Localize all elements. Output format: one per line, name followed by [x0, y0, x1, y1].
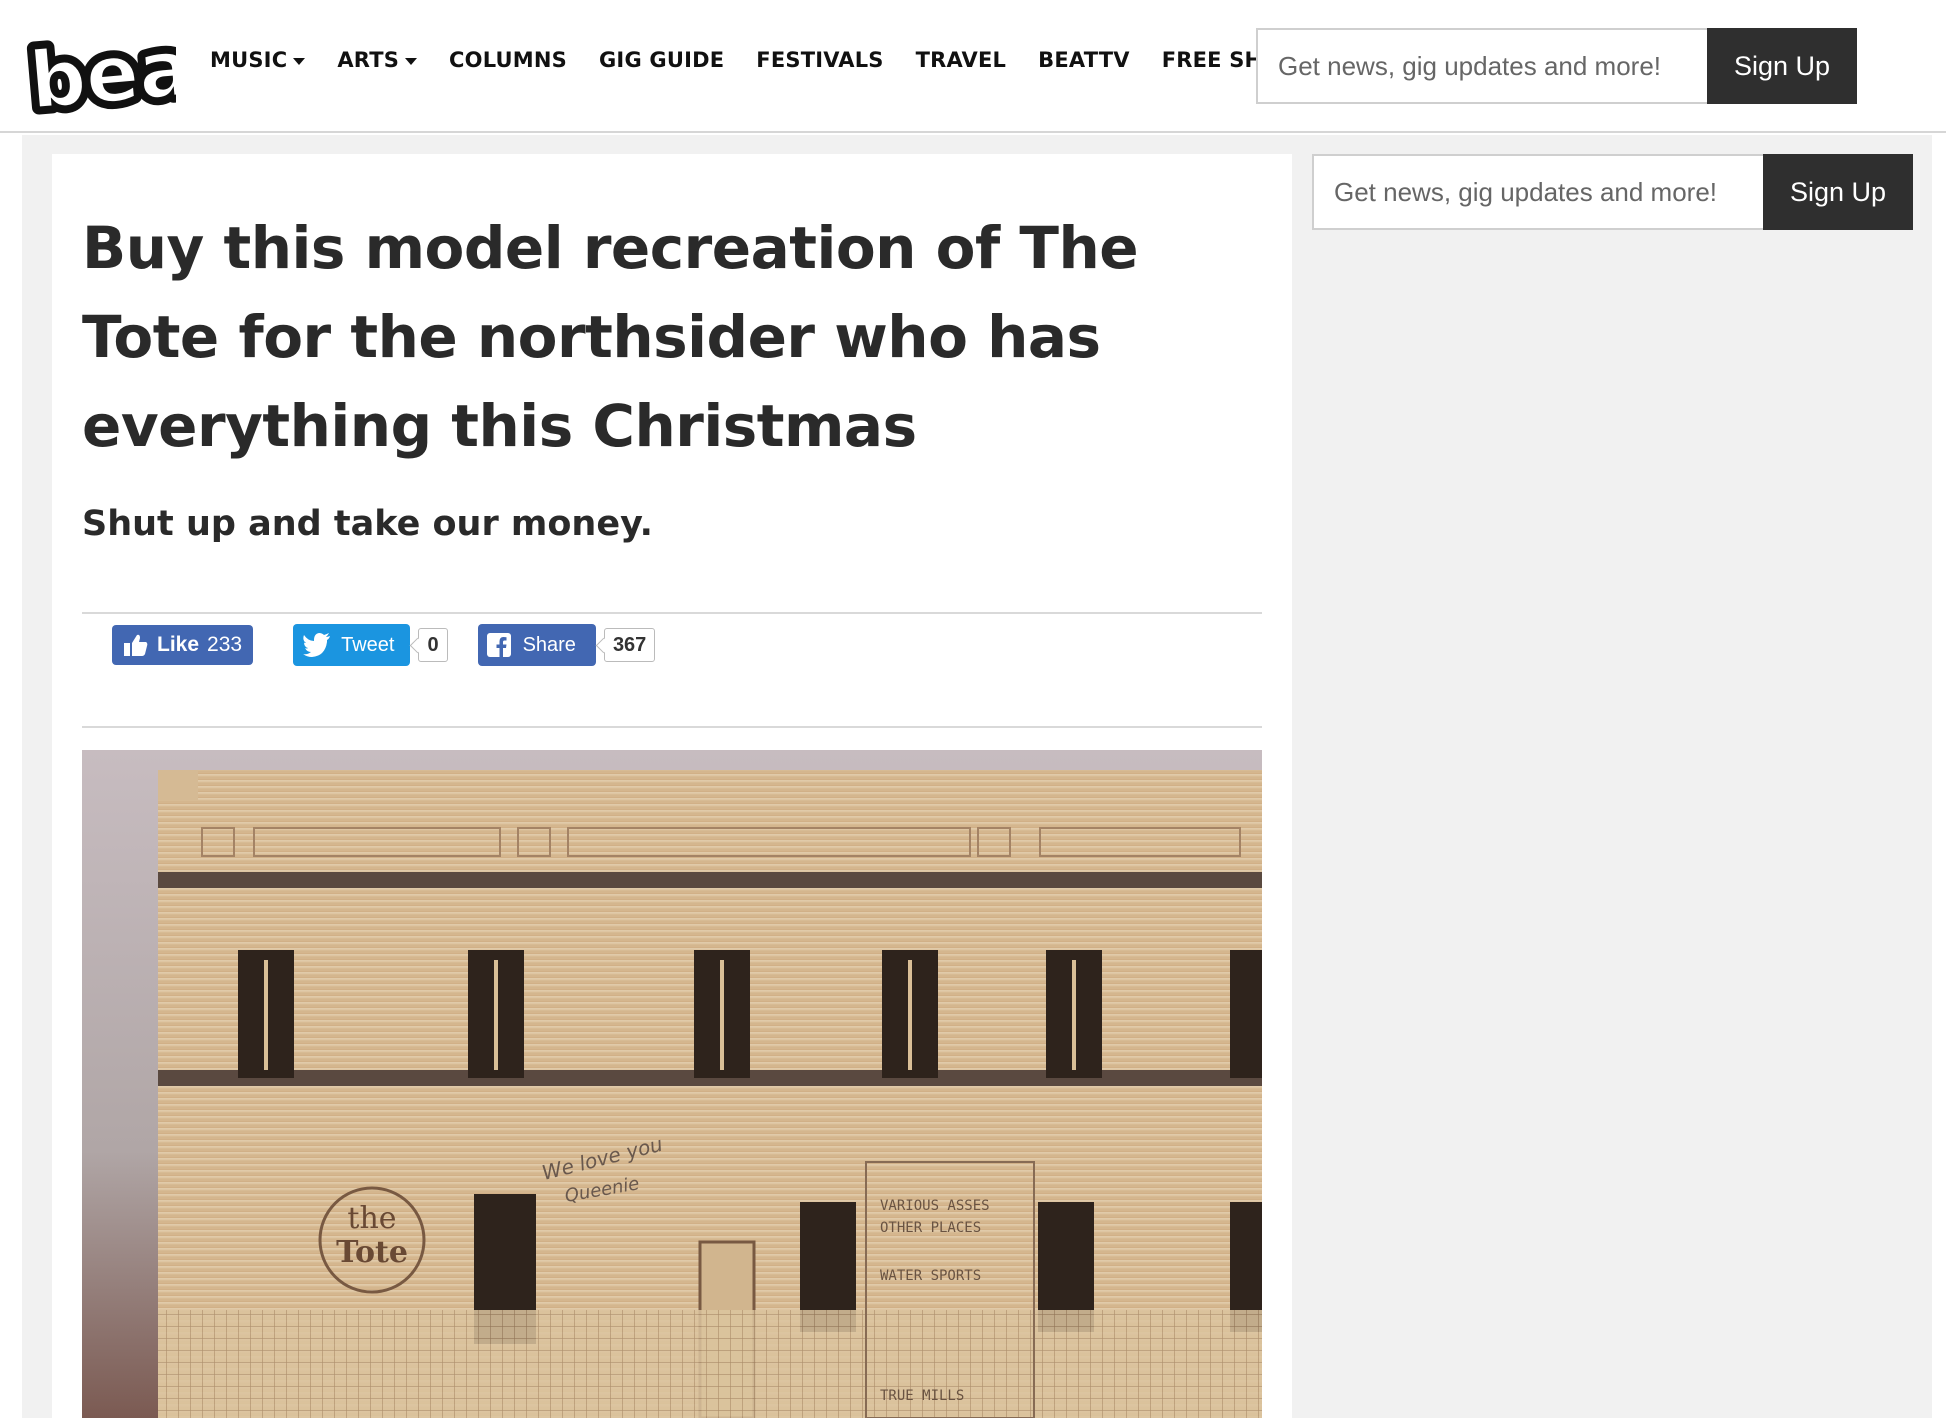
social-share-bar: Like 233 Tweet 0 Share 367 [112, 624, 656, 666]
right-edge [1932, 135, 1946, 1418]
nav-item-columns[interactable]: COLUMNS [449, 48, 567, 72]
article-headline: Buy this model recreation of The Tote fo… [82, 214, 1139, 460]
header-signup-button[interactable]: Sign Up [1707, 28, 1858, 104]
thumbs-up-icon [124, 634, 148, 656]
left-gutter [0, 135, 22, 1418]
divider [82, 612, 1262, 614]
nav-item-festivals[interactable]: FESTIVALS [756, 48, 883, 72]
like-count: 233 [207, 633, 243, 656]
nav-item-beattv[interactable]: BEATTV [1038, 48, 1130, 72]
header-signup-form: Sign Up [1256, 28, 1858, 104]
beat-logo[interactable]: beat beat [26, 16, 176, 120]
article-image: the Tote We love you Queenie VARIOUS ASS… [82, 750, 1262, 1418]
tote-model-photo: the Tote We love you Queenie VARIOUS ASS… [82, 750, 1262, 1418]
chevron-down-icon [405, 57, 418, 65]
sidebar-signup-form: Sign Up [1312, 154, 1914, 230]
article-subhead: Shut up and take our money. [82, 504, 653, 544]
tweet-button[interactable]: Tweet [293, 624, 411, 666]
main-nav: MUSIC ARTS COLUMNS GIG GUIDE FESTIVALS T… [210, 48, 1317, 72]
twitter-bird-icon [303, 633, 331, 657]
chevron-down-icon [293, 57, 306, 65]
article: Buy this model recreation of The Tote fo… [52, 154, 1292, 1418]
facebook-like-button[interactable]: Like 233 [112, 625, 254, 665]
divider [82, 726, 1262, 728]
nav-item-travel[interactable]: TRAVEL [916, 48, 1007, 72]
nav-item-arts[interactable]: ARTS [337, 48, 418, 72]
share-count: 367 [603, 628, 656, 662]
page-body: Sign Up Buy this model recreation of The… [0, 135, 1946, 1418]
sidebar-signup-button[interactable]: Sign Up [1763, 154, 1914, 230]
nav-item-music[interactable]: MUSIC [210, 48, 306, 72]
svg-text:beat: beat [26, 20, 176, 120]
header-email-input[interactable] [1256, 28, 1707, 104]
tweet-count: 0 [418, 628, 448, 662]
site-header: beat beat MUSIC ARTS COLUMNS GIG GUIDE F… [0, 0, 1946, 133]
facebook-share-button[interactable]: Share [477, 624, 596, 666]
facebook-icon [486, 633, 511, 657]
sidebar-email-input[interactable] [1312, 154, 1763, 230]
nav-item-gig-guide[interactable]: GIG GUIDE [599, 48, 724, 72]
